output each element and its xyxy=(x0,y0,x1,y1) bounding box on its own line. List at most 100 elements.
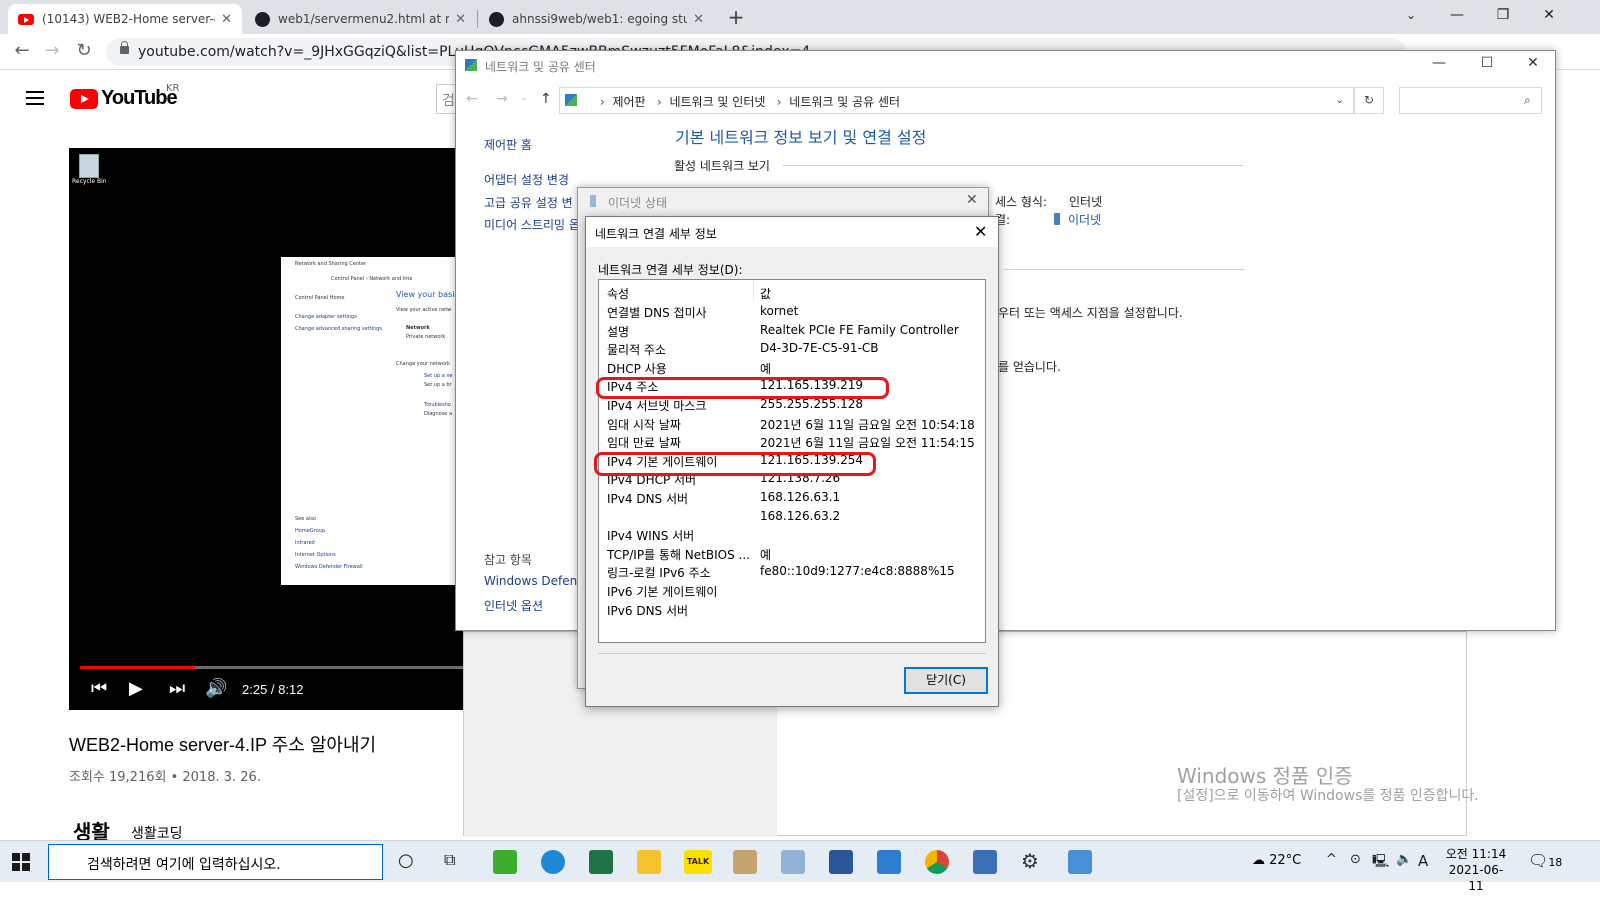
divider xyxy=(598,653,986,654)
back-icon[interactable]: ← xyxy=(10,40,34,64)
up-icon[interactable]: ↑ xyxy=(540,91,552,107)
reload-icon[interactable]: ↻ xyxy=(72,40,96,64)
divider xyxy=(783,165,1243,166)
sidebar-advanced-sharing[interactable]: 고급 공유 설정 변 xyxy=(484,194,573,211)
next-icon[interactable]: ⏭ xyxy=(169,678,185,699)
windows-start-icon[interactable] xyxy=(12,853,30,871)
ethernet-link[interactable]: 이더넷 xyxy=(1068,211,1101,228)
excel-icon[interactable] xyxy=(589,850,613,874)
maximize-button[interactable]: ☐ xyxy=(1464,55,1510,71)
recent-dropdown-icon[interactable]: ⌄ xyxy=(520,93,528,103)
previous-icon[interactable]: ⏮ xyxy=(91,678,107,699)
address-bar[interactable]: › 제어판 › 네트워크 및 인터넷 › 네트워크 및 공유 센터 ⌄ xyxy=(559,87,1354,114)
clock[interactable]: 오전 11:14 2021-06-11 xyxy=(1444,846,1508,894)
virtualbox-icon[interactable] xyxy=(973,850,997,874)
details-row[interactable]: 임대 시작 날짜 2021년 6월 11일 금요일 오전 10:54:18 xyxy=(599,414,985,432)
details-row[interactable]: 168.126.63.2 xyxy=(599,507,985,525)
details-value: 예 xyxy=(760,547,772,562)
close-button[interactable]: 닫기(C) xyxy=(904,667,988,694)
chevron-up-icon[interactable]: ^ xyxy=(1326,852,1337,867)
network-tray-icon[interactable]: 🖳 xyxy=(1372,852,1389,874)
details-row[interactable]: 연결별 DNS 접미사 kornet xyxy=(599,302,985,320)
details-row[interactable]: 설명 Realtek PCIe FE Family Controller xyxy=(599,321,985,339)
sidebar-media-streaming[interactable]: 미디어 스트리밍 옵 xyxy=(484,216,580,233)
kakaotalk-icon[interactable]: TALK xyxy=(684,850,712,874)
details-row[interactable]: 임대 만료 날짜 2021년 6월 11일 금요일 오전 11:54:15 xyxy=(599,432,985,450)
details-row[interactable]: DHCP 사용 예 xyxy=(599,358,985,376)
forward-icon[interactable]: → xyxy=(496,91,508,107)
column-header-property[interactable]: 속성 xyxy=(607,285,629,302)
back-icon[interactable]: ← xyxy=(466,91,478,107)
app-icon[interactable] xyxy=(781,850,805,874)
see-also-internet-options[interactable]: 인터넷 옵션 xyxy=(484,597,543,614)
maximize-button[interactable]: ❐ xyxy=(1480,0,1526,32)
tab-close-icon[interactable]: ✕ xyxy=(221,12,232,27)
volume-icon[interactable]: 🔈 xyxy=(1396,852,1412,867)
youtube-logo[interactable]: YouTube xyxy=(70,87,178,110)
breadcrumb-item[interactable]: 제어판 xyxy=(612,95,645,109)
search-input[interactable]: ⌕ xyxy=(1399,87,1542,114)
inner-see-also-item: HomeGroup xyxy=(295,528,325,534)
sidebar-adapter-settings[interactable]: 어댑터 설정 변경 xyxy=(484,171,569,188)
video-player[interactable]: Recycle Bin Network and Sharing Center C… xyxy=(69,148,469,710)
details-row[interactable]: IPv6 DNS 서버 xyxy=(599,600,985,618)
close-icon[interactable]: ✕ xyxy=(966,192,978,208)
notification-icon[interactable]: 🗨18 xyxy=(1528,851,1562,870)
play-icon[interactable]: ▶ xyxy=(129,678,143,699)
chrome-icon[interactable] xyxy=(925,850,949,874)
network-center-icon[interactable] xyxy=(1068,850,1092,874)
edge-icon[interactable] xyxy=(541,850,565,874)
refresh-icon[interactable]: ↻ xyxy=(1354,87,1384,114)
minimize-button[interactable]: — xyxy=(1416,55,1462,71)
close-icon[interactable]: ✕ xyxy=(974,222,987,241)
details-property: TCP/IP를 통해 NetBIOS ... xyxy=(607,547,750,562)
see-also-defender[interactable]: Windows Defende xyxy=(484,574,592,588)
tab-close-icon[interactable]: ✕ xyxy=(693,12,704,27)
weather[interactable]: ☁ 22°C xyxy=(1252,853,1301,868)
close-button[interactable]: ✕ xyxy=(1510,55,1556,71)
tab-github-servermenu[interactable]: web1/servermenu2.html at mair ✕ xyxy=(244,4,476,34)
tab-youtube[interactable]: (10143) WEB2-Home server-4.IP ✕ xyxy=(8,4,242,34)
tab-search-icon[interactable]: ⌄ xyxy=(1388,0,1434,32)
app-icon[interactable] xyxy=(877,850,901,874)
settings-icon[interactable]: ⚙ xyxy=(1021,849,1039,873)
column-header-value[interactable]: 값 xyxy=(760,285,771,302)
minimize-button[interactable]: — xyxy=(1434,0,1480,32)
app-icon[interactable] xyxy=(493,850,517,874)
details-property: 물리적 주소 xyxy=(607,343,667,358)
chevron-down-icon[interactable]: ⌄ xyxy=(1335,93,1344,106)
details-row[interactable]: IPv4 WINS 서버 xyxy=(599,525,985,543)
details-row[interactable]: TCP/IP를 통해 NetBIOS ... 예 xyxy=(599,544,985,562)
taskbar-search-placeholder: 검색하려면 여기에 입력하십시오. xyxy=(87,857,281,873)
window-title: 네트워크 및 공유 센터 xyxy=(485,60,596,74)
details-row[interactable]: 물리적 주소 D4-3D-7E-C5-91-CB xyxy=(599,339,985,357)
details-row[interactable]: IPv4 DNS 서버 168.126.63.1 xyxy=(599,488,985,506)
details-value: 2021년 6월 11일 금요일 오전 11:54:15 xyxy=(760,436,975,451)
inner-link: Change adapter settings xyxy=(295,314,357,320)
tab-close-icon[interactable]: ✕ xyxy=(455,12,466,27)
details-row[interactable]: IPv6 기본 게이트웨이 xyxy=(599,581,985,599)
details-property: IPv4 DNS 서버 xyxy=(607,492,689,506)
volume-icon[interactable]: 🔊 xyxy=(205,678,227,699)
ime-indicator[interactable]: A xyxy=(1418,852,1428,870)
file-explorer-icon[interactable] xyxy=(637,850,661,874)
breadcrumb-item[interactable]: 네트워크 및 인터넷 xyxy=(669,95,765,109)
cortana-icon[interactable]: ○ xyxy=(398,850,414,871)
word-icon[interactable] xyxy=(829,850,853,874)
details-property: DHCP 사용 xyxy=(607,361,667,376)
details-label: 네트워크 연결 세부 정보(D): xyxy=(598,263,743,277)
details-row[interactable]: 링크-로컬 IPv6 주소 fe80::10d9:1277:e4c8:8888%1… xyxy=(599,562,985,580)
task-view-icon[interactable]: ⧉ xyxy=(444,850,455,870)
taskbar-search-input[interactable]: 검색하려면 여기에 입력하십시오. xyxy=(48,844,383,880)
tray-icon[interactable]: ⊙ xyxy=(1350,852,1361,867)
paint-icon[interactable] xyxy=(733,850,757,874)
breadcrumb-item[interactable]: 네트워크 및 공유 센터 xyxy=(789,95,900,109)
new-tab-button[interactable]: + xyxy=(722,4,750,32)
column-divider[interactable] xyxy=(753,280,754,300)
details-list[interactable]: 속성 값 연결별 DNS 접미사 kornet 설명 Realtek PCIe FE … xyxy=(594,279,986,643)
close-window-button[interactable]: ✕ xyxy=(1526,0,1572,32)
sidebar-control-panel-home[interactable]: 제어판 홈 xyxy=(484,136,532,153)
tab-github-web1[interactable]: ahnssi9web/web1: egoing study ✕ xyxy=(478,4,714,34)
forward-icon[interactable]: → xyxy=(40,40,64,64)
menu-icon[interactable] xyxy=(26,91,44,105)
